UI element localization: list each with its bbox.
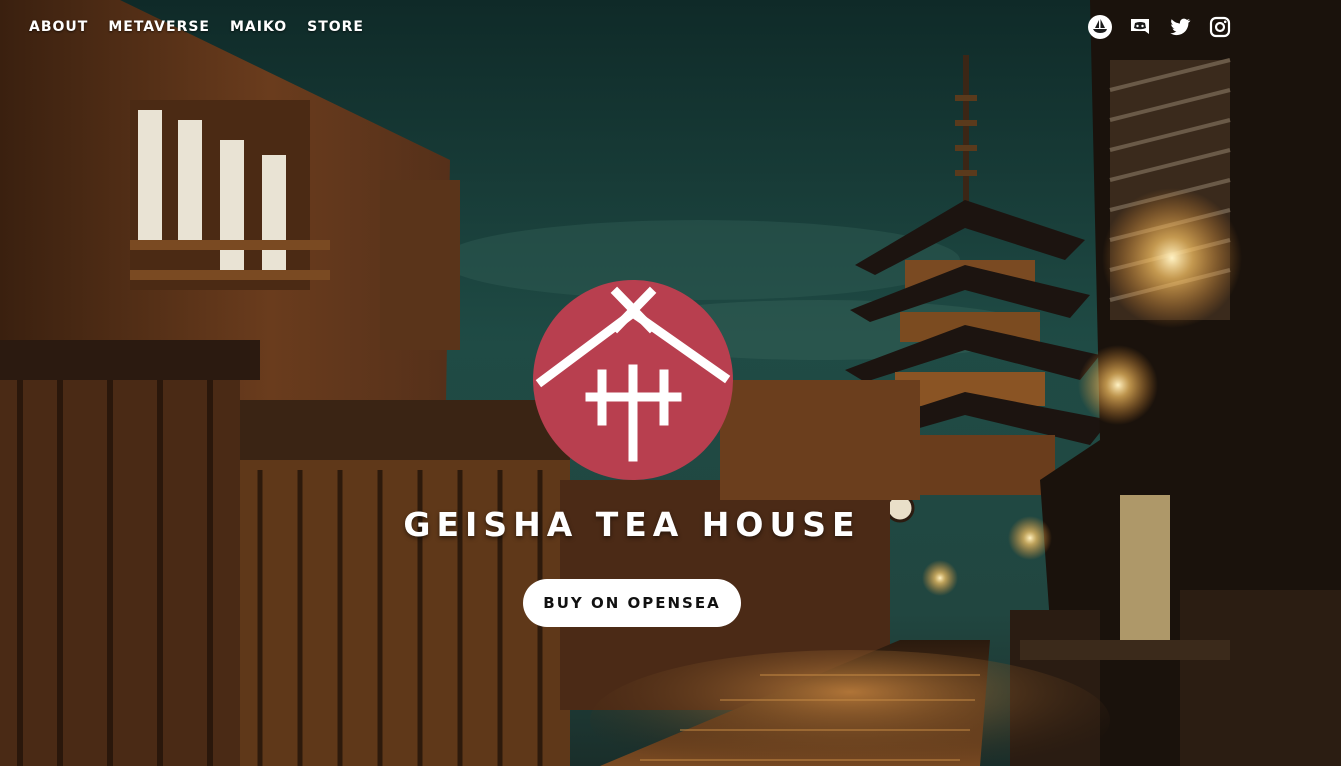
- nav-store[interactable]: STORE: [307, 19, 364, 35]
- opensea-icon[interactable]: [1088, 15, 1112, 39]
- page-title: GEISHA TEA HOUSE: [403, 505, 861, 544]
- top-nav: ABOUT METAVERSE MAIKO STORE: [29, 19, 364, 35]
- social-links: [1088, 15, 1232, 39]
- instagram-icon[interactable]: [1208, 15, 1232, 39]
- twitter-icon[interactable]: [1168, 15, 1192, 39]
- nav-metaverse[interactable]: METAVERSE: [108, 19, 210, 35]
- nav-about[interactable]: ABOUT: [29, 19, 88, 35]
- geisha-tea-house-logo: [533, 280, 733, 480]
- buy-on-opensea-button[interactable]: BUY ON OPENSEA: [523, 579, 741, 627]
- hero-section: ABOUT METAVERSE MAIKO STORE GEISHA TEA H…: [0, 0, 1341, 766]
- discord-icon[interactable]: [1128, 15, 1152, 39]
- nav-maiko[interactable]: MAIKO: [230, 19, 287, 35]
